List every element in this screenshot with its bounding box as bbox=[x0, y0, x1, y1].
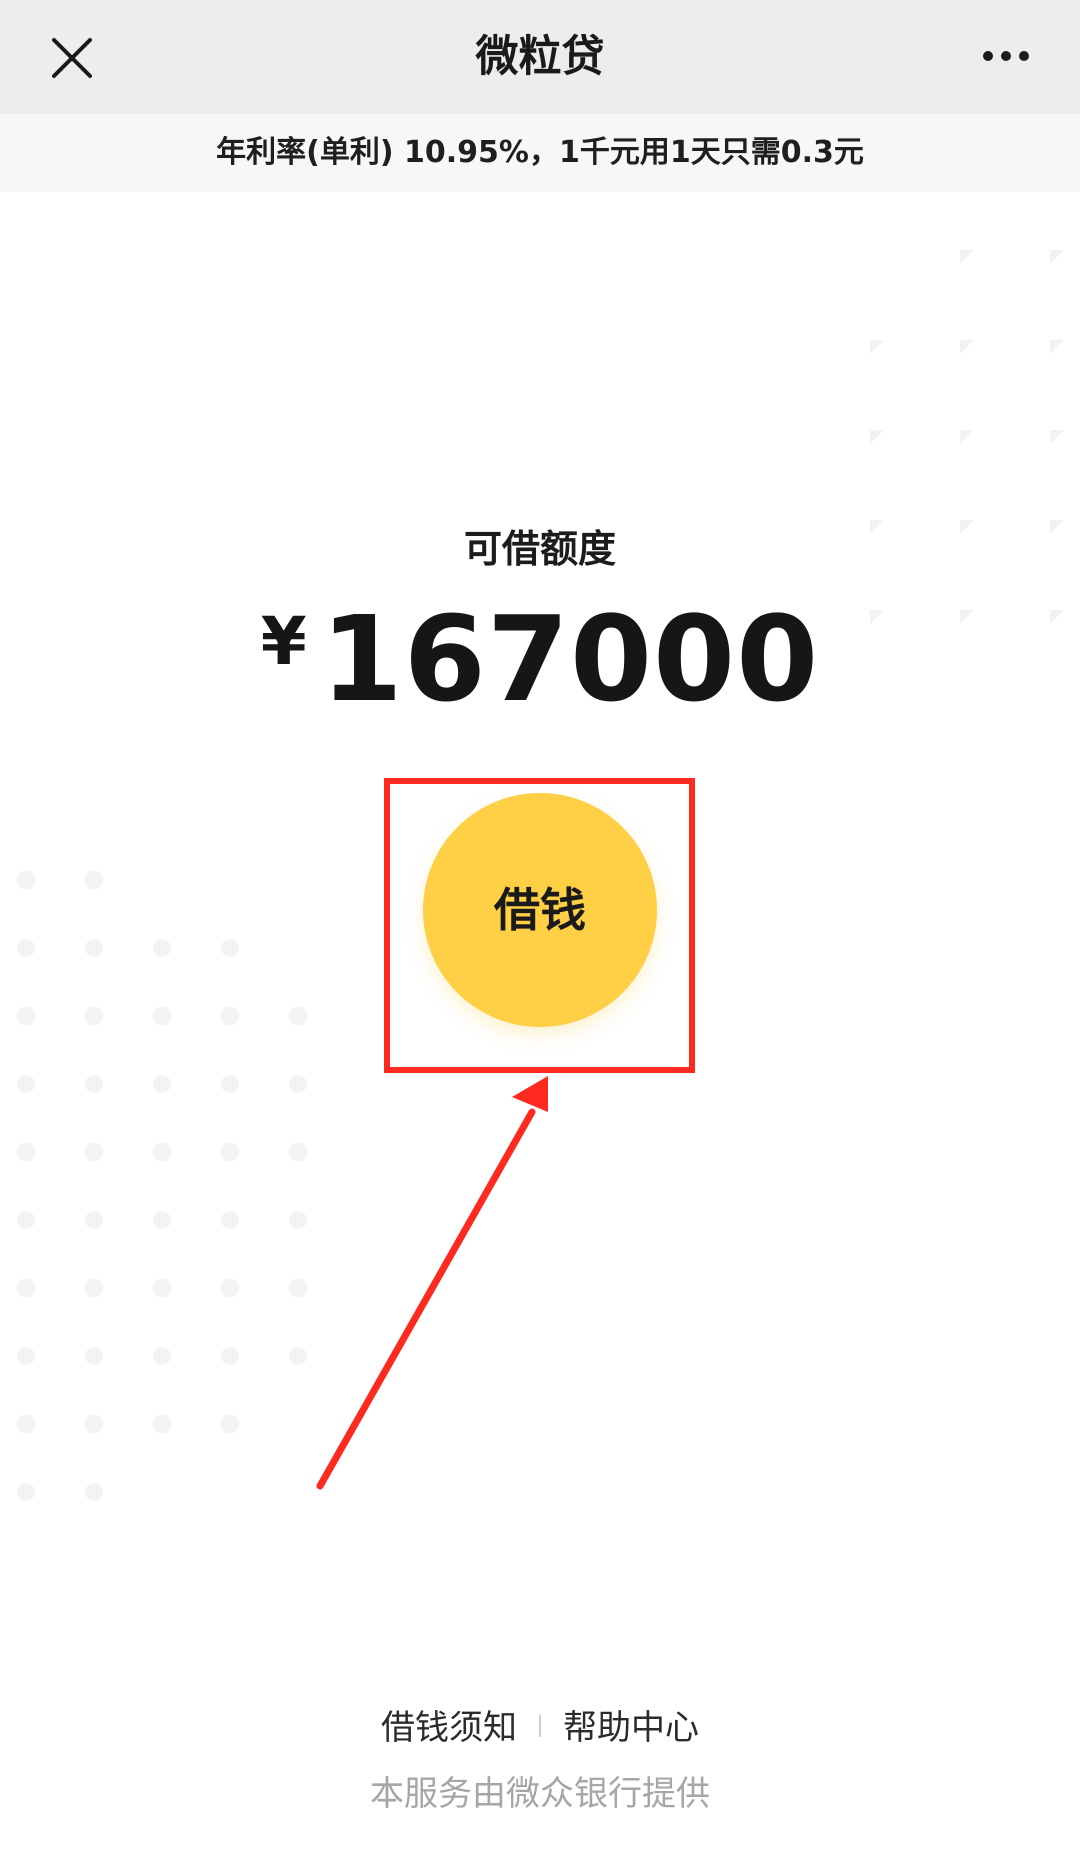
credit-amount: ¥167000 bbox=[0, 590, 1080, 728]
decorative-dot bbox=[85, 1347, 103, 1365]
decorative-dot bbox=[221, 1143, 239, 1161]
decorative-dot bbox=[221, 1347, 239, 1365]
decorative-dot bbox=[289, 1279, 307, 1297]
more-icon[interactable] bbox=[980, 36, 1032, 76]
decorative-dot bbox=[85, 1415, 103, 1433]
decorative-dot bbox=[153, 1143, 171, 1161]
decorative-dot bbox=[221, 1007, 239, 1025]
decorative-dot bbox=[17, 1143, 35, 1161]
decorative-dot bbox=[17, 1075, 35, 1093]
decorative-triangle bbox=[870, 340, 884, 354]
annotation-arrow-shaft bbox=[316, 1108, 536, 1490]
borrow-button[interactable]: 借钱 bbox=[423, 793, 657, 1027]
decorative-triangle bbox=[1050, 250, 1064, 264]
decorative-dot bbox=[221, 1211, 239, 1229]
decorative-dot bbox=[153, 939, 171, 957]
link-separator bbox=[539, 1715, 541, 1737]
decorative-dot bbox=[153, 1415, 171, 1433]
decorative-dot bbox=[17, 1211, 35, 1229]
decorative-triangle bbox=[870, 430, 884, 444]
credit-limit-label: 可借额度 bbox=[463, 527, 616, 571]
decorative-dot bbox=[17, 1007, 35, 1025]
decorative-dot-pattern-left bbox=[17, 871, 307, 1501]
decorative-dot bbox=[289, 1347, 307, 1365]
decorative-dot bbox=[221, 1279, 239, 1297]
decorative-dot bbox=[17, 939, 35, 957]
decorative-triangle bbox=[960, 250, 974, 264]
decorative-dot bbox=[17, 1279, 35, 1297]
footer-links: 借钱须知 帮助中心 bbox=[0, 1700, 1080, 1749]
interest-rate-notice: 年利率(单利) 10.95%，1千元用1天只需0.3元 bbox=[0, 114, 1080, 192]
decorative-triangle-pattern-right bbox=[870, 250, 1064, 624]
decorative-triangle bbox=[960, 340, 974, 354]
decorative-dot bbox=[153, 1279, 171, 1297]
decorative-dot bbox=[153, 1075, 171, 1093]
decorative-dot bbox=[17, 1415, 35, 1433]
decorative-dot bbox=[17, 1347, 35, 1365]
decorative-dot bbox=[17, 1483, 35, 1501]
close-icon[interactable] bbox=[48, 34, 96, 82]
decorative-dot bbox=[153, 1007, 171, 1025]
decorative-dot bbox=[153, 1211, 171, 1229]
decorative-dot bbox=[85, 1483, 103, 1501]
decorative-dot bbox=[289, 1143, 307, 1161]
decorative-triangle bbox=[1050, 340, 1064, 354]
annotation-arrow-head bbox=[512, 1076, 548, 1112]
decorative-dot bbox=[85, 1075, 103, 1093]
decorative-dot bbox=[153, 1347, 171, 1365]
decorative-dot bbox=[221, 1415, 239, 1433]
help-center-link[interactable]: 帮助中心 bbox=[563, 1708, 699, 1748]
decorative-dot bbox=[85, 1279, 103, 1297]
decorative-dot bbox=[221, 939, 239, 957]
decorative-dot bbox=[85, 939, 103, 957]
nav-bar: 微粒贷 bbox=[0, 0, 1080, 114]
decorative-dot bbox=[289, 1075, 307, 1093]
page: 微粒贷 年利率(单利) 10.95%，1千元用1天只需0.3元 可借额度 ¥16… bbox=[0, 0, 1080, 1868]
decorative-dot bbox=[289, 1007, 307, 1025]
page-title: 微粒贷 bbox=[475, 32, 605, 82]
decorative-triangle bbox=[960, 430, 974, 444]
credit-amount-value: 167000 bbox=[320, 590, 820, 728]
currency-symbol: ¥ bbox=[260, 603, 307, 680]
decorative-dot bbox=[85, 1007, 103, 1025]
borrow-notice-link[interactable]: 借钱须知 bbox=[381, 1708, 517, 1748]
decorative-dot bbox=[221, 1075, 239, 1093]
decorative-dot bbox=[85, 871, 103, 889]
decorative-dot bbox=[85, 1143, 103, 1161]
decorative-triangle bbox=[1050, 430, 1064, 444]
decorative-dot bbox=[289, 1211, 307, 1229]
service-provider-text: 本服务由微众银行提供 bbox=[370, 1774, 710, 1814]
decorative-dot bbox=[85, 1211, 103, 1229]
decorative-dot bbox=[17, 871, 35, 889]
